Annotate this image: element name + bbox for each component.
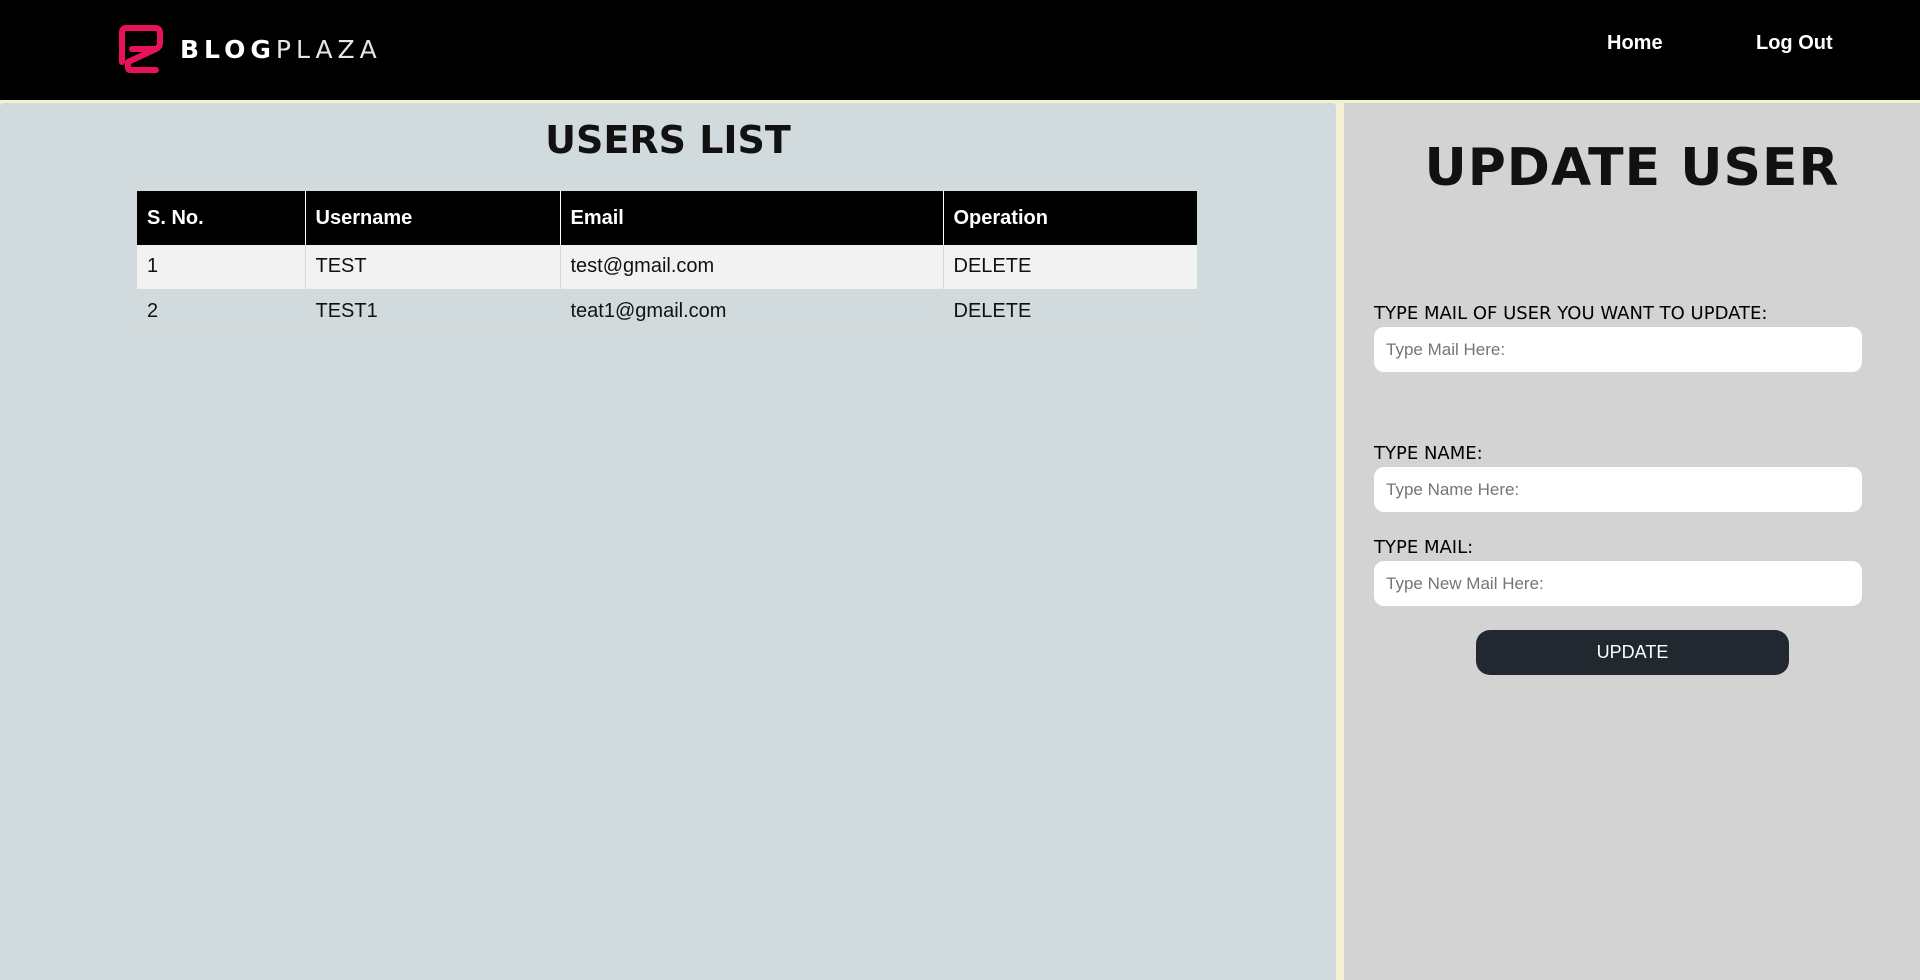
brand-name-light: PLAZA: [275, 34, 382, 64]
column-header-username: Username: [305, 191, 561, 245]
cell-email: teat1@gmail.com: [560, 289, 944, 334]
update-user-panel: UPDATE USER TYPE MAIL OF USER YOU WANT T…: [1344, 103, 1920, 980]
cell-username: TEST: [305, 245, 561, 290]
table-header-row: S. No. Username Email Operation: [137, 191, 1197, 245]
update-user-title: UPDATE USER: [1424, 138, 1840, 198]
users-list-panel: USERS LIST S. No. Username Email Operati…: [0, 103, 1336, 980]
column-header-email: Email: [560, 191, 944, 245]
table-row: 2 TEST1 teat1@gmail.com DELETE: [137, 289, 1197, 334]
column-header-operation: Operation: [943, 191, 1197, 245]
nav-home-link[interactable]: Home: [1607, 32, 1663, 55]
cell-email: test@gmail.com: [560, 245, 944, 290]
new-name-input[interactable]: [1374, 467, 1862, 512]
cell-sno: 2: [137, 289, 306, 334]
navbar: BLOGPLAZA Home Log Out: [0, 0, 1920, 100]
cell-sno: 1: [137, 245, 306, 290]
update-button[interactable]: UPDATE: [1476, 630, 1789, 675]
target-mail-input[interactable]: [1374, 327, 1862, 372]
delete-user-button[interactable]: DELETE: [943, 289, 1197, 334]
cell-username: TEST1: [305, 289, 561, 334]
brand-name: BLOGPLAZA: [180, 35, 382, 64]
column-header-sno: S. No.: [137, 191, 306, 245]
blogplaza-logo-icon: [119, 25, 163, 73]
users-list-title: USERS LIST: [545, 118, 791, 162]
new-mail-input[interactable]: [1374, 561, 1862, 606]
new-name-label: TYPE NAME:: [1374, 443, 1483, 464]
delete-user-button[interactable]: DELETE: [943, 245, 1197, 290]
new-mail-label: TYPE MAIL:: [1374, 537, 1474, 558]
table-row: 1 TEST test@gmail.com DELETE: [137, 245, 1197, 290]
users-table: S. No. Username Email Operation 1 TEST t…: [137, 191, 1197, 334]
brand-logo[interactable]: BLOGPLAZA: [118, 22, 382, 76]
nav-logout-link[interactable]: Log Out: [1756, 32, 1833, 55]
target-mail-label: TYPE MAIL OF USER YOU WANT TO UPDATE:: [1374, 303, 1768, 324]
brand-name-bold: BLOG: [180, 34, 276, 64]
